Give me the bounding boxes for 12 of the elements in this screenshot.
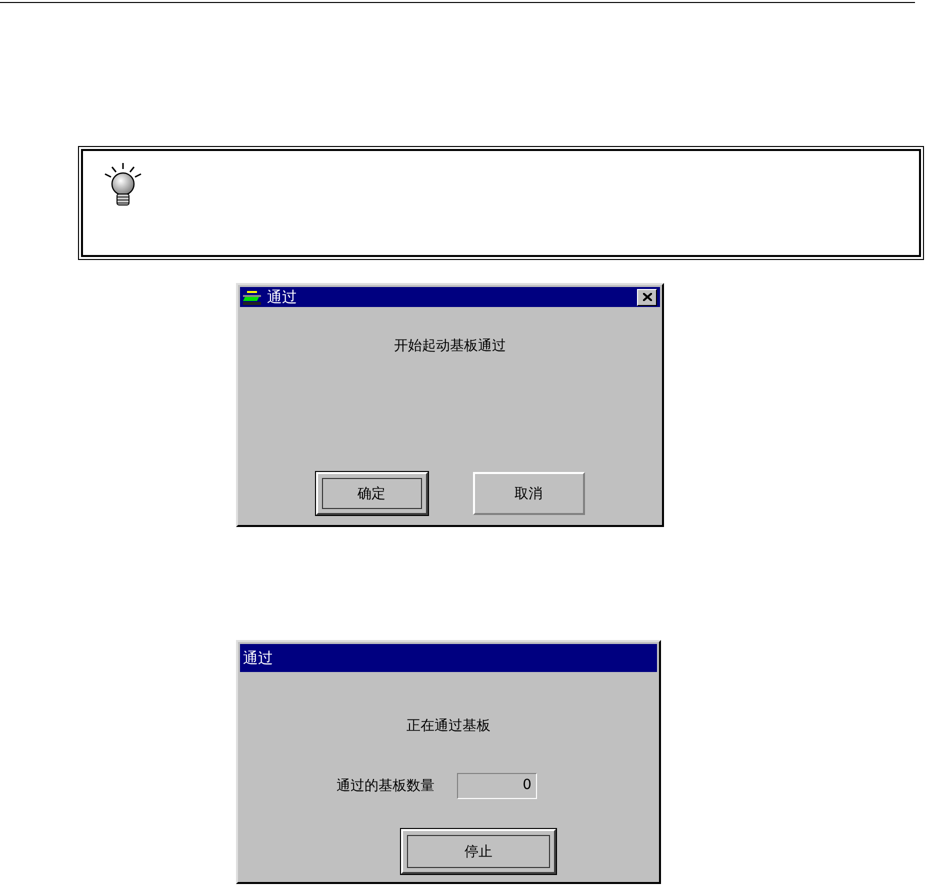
message-text: 开始起动基板通过	[394, 337, 506, 355]
close-button[interactable]	[637, 288, 657, 306]
app-icon	[243, 290, 261, 304]
window-title: 通过	[243, 648, 273, 668]
close-icon	[642, 293, 652, 301]
dialog-button[interactable]: 停止	[401, 829, 556, 874]
count-field: 0	[456, 773, 536, 799]
message-text: 正在通过基板	[406, 717, 490, 735]
window-title: 通过	[267, 288, 297, 306]
dialog-button[interactable]: 取消	[472, 472, 584, 515]
count-label: 通过的基板数量	[336, 777, 434, 795]
dialog-button[interactable]: 确定	[316, 472, 428, 515]
